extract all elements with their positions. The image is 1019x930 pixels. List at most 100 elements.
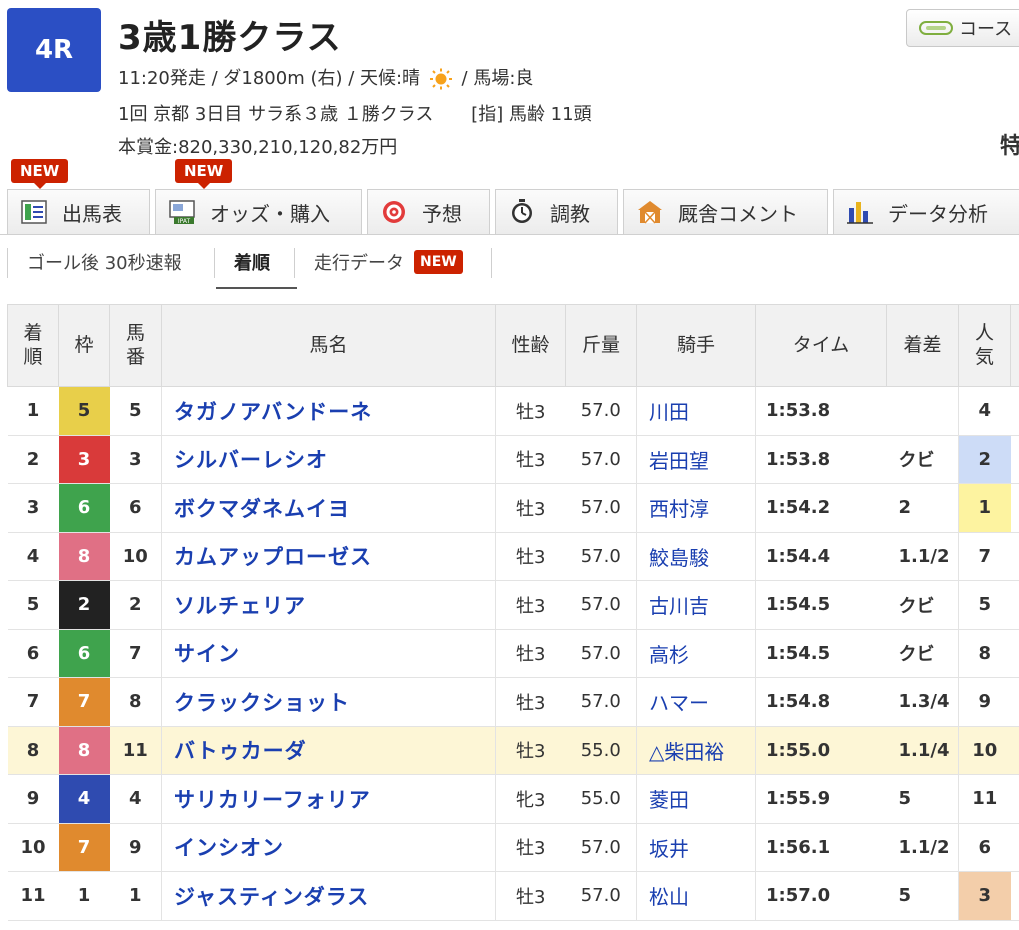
course-button[interactable]: コース — [906, 9, 1019, 47]
subtab-result[interactable]: 着順 — [234, 244, 270, 280]
sun-icon — [429, 68, 452, 90]
rank-cell: 6 — [7, 628, 59, 678]
tab-label: 予想 — [422, 201, 462, 226]
new-badge: NEW — [414, 250, 463, 274]
time-cell: 1:54.4 — [755, 531, 887, 581]
tab-stable-comment[interactable]: 厩舎コメント — [623, 189, 828, 234]
header-sex-age: 性齢 — [495, 304, 566, 387]
margin-cell: クビ — [886, 628, 959, 678]
tab-training[interactable]: 調教 — [495, 189, 618, 234]
tab-label: データ分析 — [888, 201, 988, 226]
header-umaban: 馬番 — [109, 304, 162, 387]
waku-cell: 6 — [58, 628, 110, 678]
weight-cell: 55.0 — [565, 725, 637, 775]
margin-cell: 1.3/4 — [886, 677, 959, 727]
waku-cell: 1 — [58, 871, 110, 921]
header-extra — [1010, 304, 1019, 387]
header-weight: 斤量 — [565, 304, 637, 387]
extra-cell — [1010, 871, 1019, 921]
jockey-link[interactable]: 菱田 — [636, 774, 756, 824]
tab-prediction[interactable]: 予想 — [367, 189, 490, 234]
popularity-cell: 11 — [958, 774, 1011, 824]
margin-cell: 1.1/2 — [886, 822, 959, 872]
jockey-link[interactable]: 西村淳 — [636, 483, 756, 533]
horse-name-link[interactable]: サイン — [161, 628, 496, 678]
margin-cell: クビ — [886, 580, 959, 630]
active-subtab-indicator — [216, 287, 297, 289]
horse-name-link[interactable]: クラックショット — [161, 677, 496, 727]
rank-cell: 5 — [7, 580, 59, 630]
header-rank: 着順 — [7, 304, 59, 387]
time-cell: 1:54.5 — [755, 580, 887, 630]
jockey-link[interactable]: 岩田望 — [636, 434, 756, 484]
entry-sheet-icon — [21, 200, 47, 224]
horse-name-link[interactable]: サリカリーフォリア — [161, 774, 496, 824]
tab-label: オッズ・購入 — [210, 201, 330, 226]
waku-cell: 7 — [58, 822, 110, 872]
time-cell: 1:57.0 — [755, 871, 887, 921]
tab-odds-purchase[interactable]: IPAT オッズ・購入 — [155, 189, 362, 234]
jockey-link[interactable]: 高杉 — [636, 628, 756, 678]
header-margin: 着差 — [886, 304, 959, 387]
rank-cell: 4 — [7, 531, 59, 581]
race-title: 3歳1勝クラス — [118, 18, 342, 58]
new-badge: NEW — [175, 159, 233, 189]
weight-cell: 55.0 — [565, 774, 637, 824]
waku-cell: 6 — [58, 483, 110, 533]
header-popularity: 人気 — [958, 304, 1011, 387]
subtab-running-data[interactable]: 走行データ NEW — [314, 244, 463, 280]
rank-cell: 2 — [7, 434, 59, 484]
time-cell: 1:55.0 — [755, 725, 887, 775]
jockey-link[interactable]: ハマー — [636, 677, 756, 727]
rank-cell: 1 — [7, 386, 59, 436]
waku-cell: 7 — [58, 677, 110, 727]
umaban-cell: 6 — [109, 483, 162, 533]
sex-age-cell: 牝3 — [495, 774, 566, 824]
horse-name-link[interactable]: シルバーレシオ — [161, 434, 496, 484]
table-row: 6 6 7 サイン 牡3 57.0 高杉 1:54.5 クビ 8 — [7, 628, 1019, 678]
new-badge: NEW — [11, 159, 69, 189]
jockey-link[interactable]: 松山 — [636, 871, 756, 921]
rank-cell: 7 — [7, 677, 59, 727]
tab-data-analysis[interactable]: データ分析 — [833, 189, 1019, 234]
table-row: 2 3 3 シルバーレシオ 牡3 57.0 岩田望 1:53.8 クビ 2 — [7, 434, 1019, 484]
table-row: 5 2 2 ソルチェリア 牡3 57.0 古川吉 1:54.5 クビ 5 — [7, 580, 1019, 630]
weight-cell: 57.0 — [565, 386, 637, 436]
horse-name-link[interactable]: インシオン — [161, 822, 496, 872]
popularity-cell: 9 — [958, 677, 1011, 727]
horse-name-link[interactable]: カムアップローゼス — [161, 531, 496, 581]
umaban-cell: 10 — [109, 531, 162, 581]
race-info-track: / 馬場:良 — [461, 68, 534, 89]
sex-age-cell: 牡3 — [495, 386, 566, 436]
jockey-link[interactable]: 古川吉 — [636, 580, 756, 630]
jockey-link[interactable]: 坂井 — [636, 822, 756, 872]
waku-cell: 2 — [58, 580, 110, 630]
table-row: 7 7 8 クラックショット 牡3 57.0 ハマー 1:54.8 1.3/4 9 — [7, 677, 1019, 727]
tab-entries[interactable]: 出馬表 — [7, 189, 150, 234]
horse-name-link[interactable]: ソルチェリア — [161, 580, 496, 630]
horse-name-link[interactable]: バトゥカーダ — [161, 725, 496, 775]
popularity-cell: 7 — [958, 531, 1011, 581]
horse-name-link[interactable]: ボクマダネムイヨ — [161, 483, 496, 533]
header-time: タイム — [755, 304, 887, 387]
subtab-divider — [294, 248, 295, 278]
special-label: 特 — [1000, 134, 1019, 159]
jockey-link[interactable]: 鮫島駿 — [636, 531, 756, 581]
popularity-cell: 2 — [958, 434, 1011, 484]
horse-name-link[interactable]: ジャスティンダラス — [161, 871, 496, 921]
jockey-link[interactable]: △柴田裕 — [636, 725, 756, 775]
table-row: 8 8 11 バトゥカーダ 牡3 55.0 △柴田裕 1:55.0 1.1/4 10 — [7, 725, 1019, 775]
sex-age-cell: 牡3 — [495, 725, 566, 775]
tab-label: 調教 — [550, 201, 590, 226]
rank-cell: 3 — [7, 483, 59, 533]
umaban-cell: 2 — [109, 580, 162, 630]
weight-cell: 57.0 — [565, 677, 637, 727]
jockey-link[interactable]: 川田 — [636, 386, 756, 436]
table-row: 1 5 5 タガノアバンドーネ 牡3 57.0 川田 1:53.8 4 — [7, 386, 1019, 436]
horse-name-link[interactable]: タガノアバンドーネ — [161, 386, 496, 436]
time-cell: 1:54.8 — [755, 677, 887, 727]
header-waku: 枠 — [58, 304, 110, 387]
subtab-goal-report[interactable]: ゴール後 30秒速報 — [27, 244, 182, 280]
extra-cell — [1010, 580, 1019, 630]
race-meeting: 1回 京都 3日目 サラ系３歳 １勝クラス [指] 馬齢 11頭 — [118, 100, 592, 126]
